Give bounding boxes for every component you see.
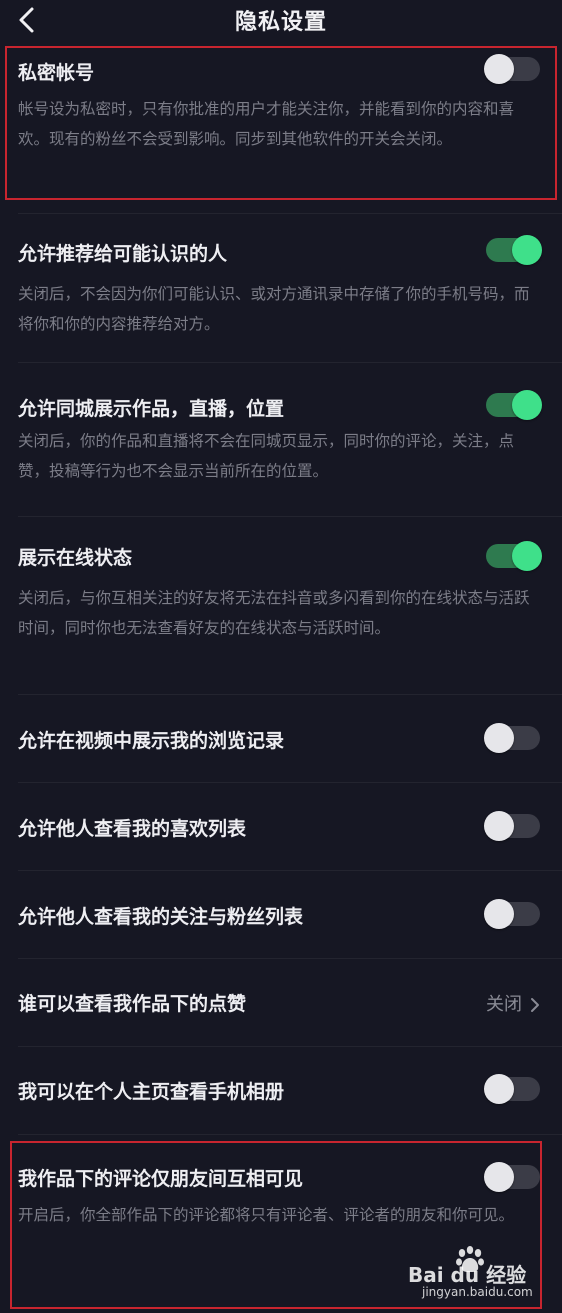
setting-title: 允许在视频中展示我的浏览记录	[18, 730, 285, 752]
setting-online-status: 展示在线状态 关闭后，与你互相关注的好友将无法在抖音或多闪看到你的在线状态与活跃…	[0, 528, 562, 688]
toggle-knob	[484, 899, 514, 929]
follow-fans-list-toggle[interactable]	[484, 899, 540, 929]
toggle-knob	[512, 390, 542, 420]
divider	[18, 213, 562, 214]
divider	[18, 362, 562, 363]
toggle-knob	[484, 1074, 514, 1104]
setting-description: 关闭后，与你互相关注的好友将无法在抖音或多闪看到你的在线状态与活跃时间，同时你也…	[18, 589, 530, 637]
toggle-knob	[484, 723, 514, 753]
online-status-toggle[interactable]	[486, 541, 542, 571]
setting-title: 展示在线状态	[18, 547, 133, 569]
phone-album-toggle[interactable]	[484, 1074, 540, 1104]
chevron-right-icon	[531, 998, 539, 1012]
toggle-knob	[484, 54, 514, 84]
toggle-knob	[484, 1162, 514, 1192]
setting-recommend-to-contacts: 允许推荐给可能认识的人 关闭后，不会因为你们可能认识、或对方通讯录中存储了你的手…	[0, 222, 562, 362]
comments-friends-only-toggle[interactable]	[484, 1162, 540, 1192]
setting-title: 我作品下的评论仅朋友间互相可见	[18, 1168, 304, 1190]
setting-description: 关闭后，你的作品和直播将不会在同城页显示，同时你的评论，关注，点赞，投稿等行为也…	[18, 432, 515, 480]
setting-title: 谁可以查看我作品下的点赞	[18, 993, 247, 1015]
divider	[18, 694, 562, 695]
setting-title: 允许推荐给可能认识的人	[18, 243, 228, 265]
setting-value: 关闭	[486, 994, 522, 1015]
setting-who-can-see-likes[interactable]: 谁可以查看我作品下的点赞 关闭	[0, 960, 562, 1046]
setting-browsing-history: 允许在视频中展示我的浏览记录	[0, 696, 562, 782]
recommend-to-contacts-toggle[interactable]	[486, 235, 542, 265]
watermark-url: jingyan.baidu.com	[422, 1285, 533, 1299]
setting-follow-fans-list: 允许他人查看我的关注与粉丝列表	[0, 872, 562, 958]
divider	[18, 1134, 562, 1135]
setting-title: 我可以在个人主页查看手机相册	[18, 1081, 285, 1103]
setting-description: 帐号设为私密时，只有你批准的用户才能关注你，并能看到你的内容和喜欢。现有的粉丝不…	[18, 100, 515, 148]
toggle-knob	[512, 235, 542, 265]
private-account-toggle[interactable]	[484, 54, 540, 84]
who-can-see-likes-value[interactable]: 关闭	[486, 990, 540, 1016]
page-title: 隐私设置	[234, 10, 327, 35]
header: 隐私设置	[0, 0, 562, 40]
setting-phone-album: 我可以在个人主页查看手机相册	[0, 1048, 562, 1134]
setting-description: 开启后，你全部作品下的评论都将只有评论者、评论者的朋友和你可见。	[18, 1206, 515, 1224]
setting-description: 关闭后，不会因为你们可能认识、或对方通讯录中存储了你的手机号码，而将你和你的内容…	[18, 285, 530, 333]
toggle-knob	[512, 541, 542, 571]
setting-same-city-display: 允许同城展示作品，直播，位置 关闭后，你的作品和直播将不会在同城页显示，同时你的…	[0, 378, 562, 510]
setting-title: 允许他人查看我的喜欢列表	[18, 818, 247, 840]
divider	[18, 782, 562, 783]
divider	[18, 958, 562, 959]
likes-list-toggle[interactable]	[484, 811, 540, 841]
setting-private-account: 私密帐号 帐号设为私密时，只有你批准的用户才能关注你，并能看到你的内容和喜欢。现…	[0, 44, 562, 200]
divider	[18, 1046, 562, 1047]
same-city-display-toggle[interactable]	[486, 390, 542, 420]
watermark-brand: Bai du 经验	[408, 1263, 527, 1287]
setting-title: 允许同城展示作品，直播，位置	[18, 398, 285, 420]
baidu-jingyan-watermark: Bai du 经验 jingyan.baidu.com	[408, 1241, 548, 1303]
setting-likes-list: 允许他人查看我的喜欢列表	[0, 784, 562, 870]
divider	[18, 870, 562, 871]
toggle-knob	[484, 811, 514, 841]
browsing-history-toggle[interactable]	[484, 723, 540, 753]
setting-title: 私密帐号	[18, 62, 95, 84]
setting-title: 允许他人查看我的关注与粉丝列表	[18, 906, 304, 928]
divider	[18, 516, 562, 517]
